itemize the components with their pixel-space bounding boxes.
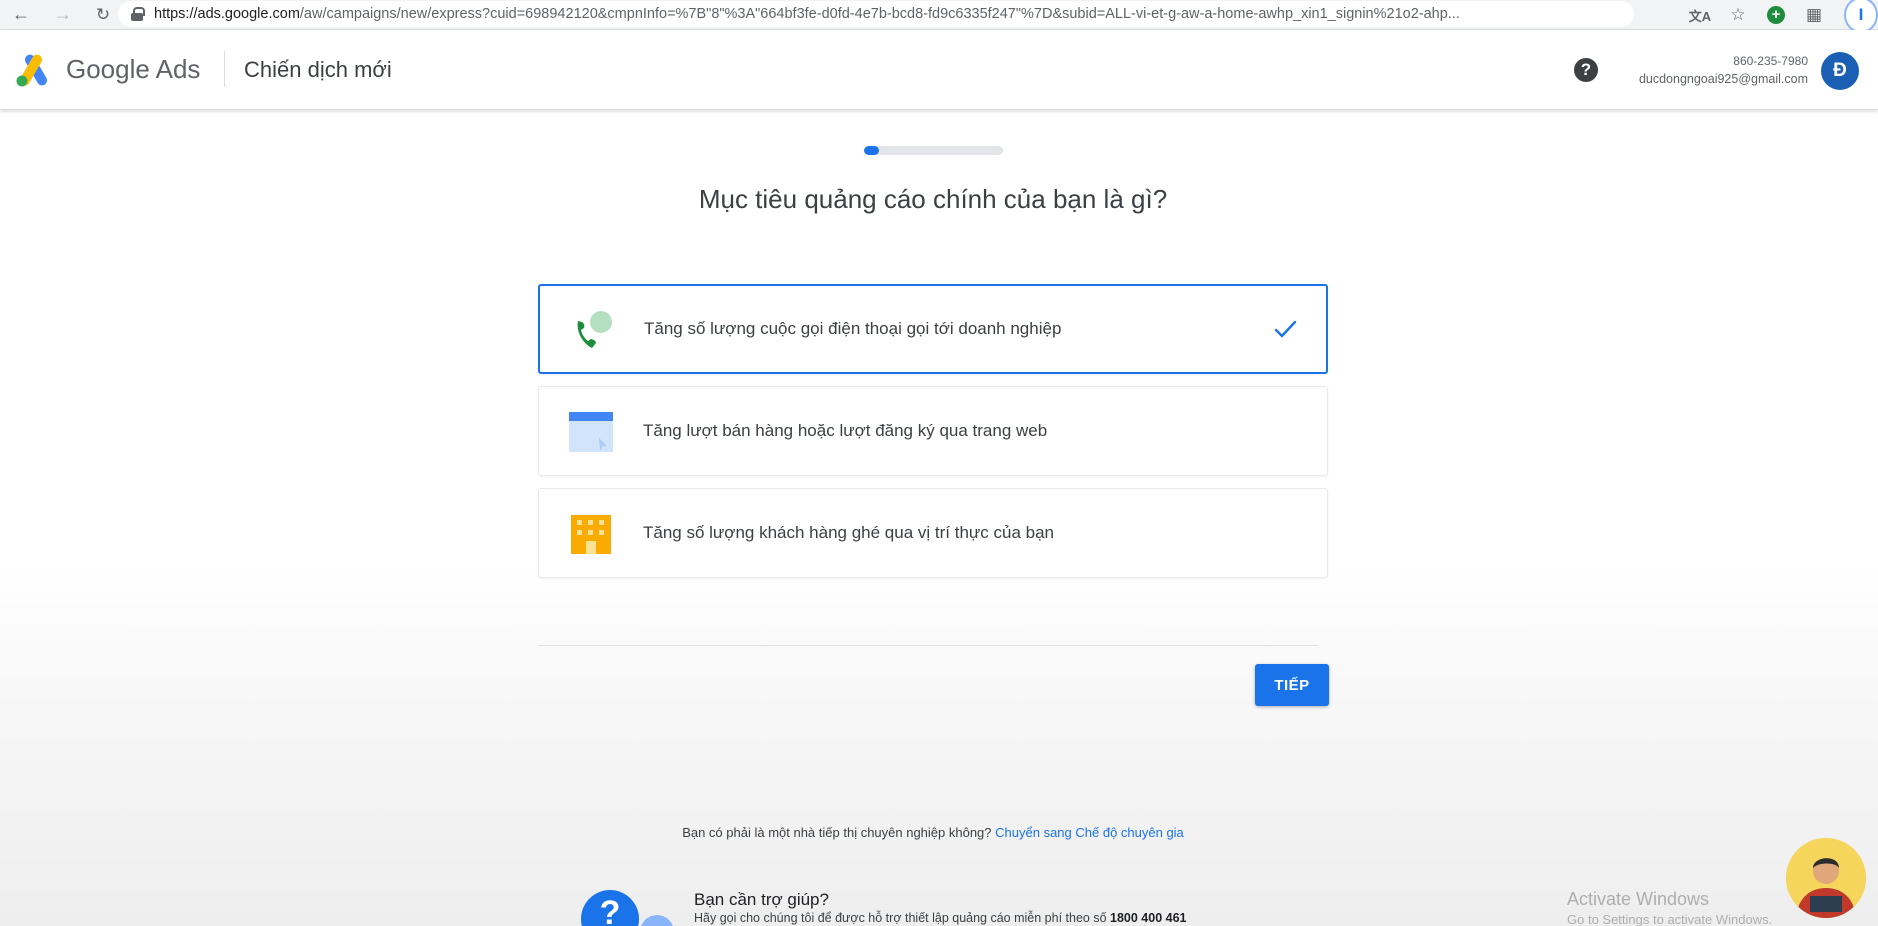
expert-question: Bạn có phải là một nhà tiếp thị chuyên n…: [682, 825, 992, 840]
address-bar[interactable]: https://ads.google.com/aw/campaigns/new/…: [118, 1, 1634, 27]
goal-option-website-sales[interactable]: Tăng lượt bán hàng hoặc lượt đăng ký qua…: [538, 386, 1328, 476]
expert-mode-link[interactable]: Chuyển sang Chế độ chuyên gia: [995, 825, 1184, 840]
back-arrow-icon[interactable]: ←: [6, 2, 36, 28]
browser-toolbar: ← → ↻ https://ads.google.com/aw/campaign…: [0, 0, 1878, 30]
option-label: Tăng số lượng cuộc gọi điện thoại gọi tớ…: [644, 319, 1062, 338]
activate-windows-title: Activate Windows: [1567, 889, 1710, 909]
step-progress-fill: [864, 146, 880, 155]
step-progress-bar: [864, 146, 1003, 155]
bookmark-star-icon[interactable]: ☆: [1724, 1, 1752, 29]
help-body: Hãy gọi cho chúng tôi để được hỗ trợ thi…: [694, 911, 1186, 925]
background-shade: [0, 560, 1878, 926]
translate-icon[interactable]: 文A: [1686, 1, 1714, 29]
option-label: Tăng số lượng khách hàng ghé qua vị trí …: [643, 523, 1054, 542]
account-phone: 860-235-7980: [1733, 54, 1808, 68]
url-host: https://ads.google.com: [154, 6, 300, 22]
storefront-building-icon: [571, 515, 611, 554]
goal-option-phone-calls[interactable]: Tăng số lượng cuộc gọi điện thoại gọi tớ…: [538, 284, 1328, 374]
ads-header: Google Ads Chiến dịch mới ? 860-235-7980…: [0, 30, 1878, 110]
help-phone-number[interactable]: 1800 400 461: [1110, 911, 1186, 925]
url-path: /aw/campaigns/new/express?cuid=698942120…: [299, 6, 1460, 22]
help-icon[interactable]: ?: [1574, 58, 1598, 82]
forward-arrow-icon[interactable]: →: [48, 2, 78, 28]
url-text[interactable]: https://ads.google.com/aw/campaigns/new/…: [154, 6, 1624, 22]
avatar[interactable]: Đ: [1821, 52, 1859, 90]
check-icon: [1274, 320, 1297, 338]
next-button[interactable]: TIẾP: [1255, 664, 1329, 706]
help-body-text: Hãy gọi cho chúng tôi để được hỗ trợ thi…: [694, 911, 1107, 925]
header-divider: [224, 51, 225, 87]
browser-profile-icon[interactable]: I: [1838, 0, 1878, 30]
goal-option-store-visits[interactable]: Tăng số lượng khách hàng ghé qua vị trí …: [538, 488, 1328, 578]
product-name: Google Ads: [66, 54, 201, 84]
lock-icon: [130, 7, 145, 21]
section-divider: [538, 645, 1318, 646]
google-ads-logo-icon[interactable]: [15, 54, 53, 88]
help-title: Bạn cần trợ giúp?: [694, 890, 829, 909]
reload-icon[interactable]: ↻: [88, 2, 118, 28]
extension-plus-icon[interactable]: +: [1762, 1, 1790, 29]
phone-call-icon: [577, 311, 612, 348]
presenter-avatar-icon: [1786, 838, 1866, 918]
activate-windows-subtitle: Go to Settings to activate Windows.: [1567, 912, 1773, 926]
browser-window-icon: [569, 412, 613, 452]
question-heading: Mục tiêu quảng cáo chính của bạn là gì?: [698, 184, 1168, 214]
extension-grid-icon[interactable]: ▦: [1800, 1, 1828, 29]
option-label: Tăng lượt bán hàng hoặc lượt đăng ký qua…: [643, 421, 1048, 440]
account-email[interactable]: ducdongngoai925@gmail.com: [1639, 72, 1808, 86]
page-title: Chiến dịch mới: [244, 57, 392, 82]
expert-mode-prompt: Bạn có phải là một nhà tiếp thị chuyên n…: [0, 825, 1866, 840]
